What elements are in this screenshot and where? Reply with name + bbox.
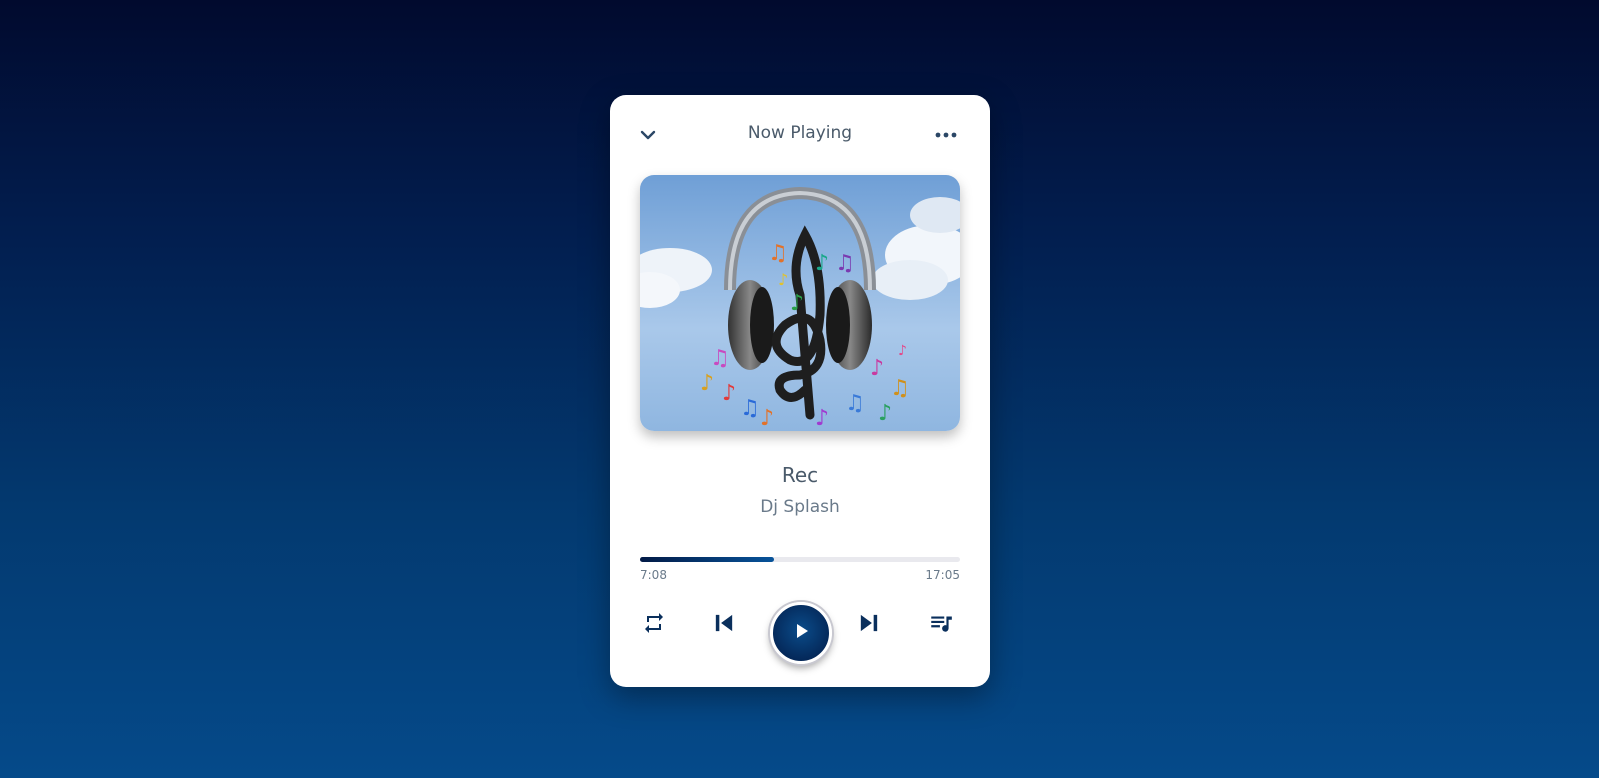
skip-next-icon <box>855 609 883 641</box>
queue-button[interactable] <box>924 608 958 642</box>
svg-text:♪: ♪ <box>815 406 829 431</box>
album-artwork: ♫ ♪ ♫ ♪ ♫ ♪ ♫ ♪ ♪ ♫ ♪ ♫ ♪ ♪ ♪ ♪ <box>640 175 960 431</box>
svg-text:♫: ♫ <box>845 391 865 416</box>
total-time: 17:05 <box>925 568 960 582</box>
svg-text:♪: ♪ <box>700 371 714 396</box>
svg-text:♫: ♫ <box>768 241 788 266</box>
svg-text:♫: ♫ <box>835 251 855 276</box>
player-header: Now Playing <box>610 95 990 175</box>
svg-text:♫: ♫ <box>710 346 730 371</box>
progress-fill <box>640 557 775 562</box>
queue-music-icon <box>928 610 954 640</box>
svg-text:♪: ♪ <box>878 401 892 426</box>
artist-name: Dj Splash <box>760 497 840 517</box>
previous-button[interactable] <box>707 608 741 642</box>
svg-text:♪: ♪ <box>898 343 907 359</box>
svg-text:♪: ♪ <box>722 381 736 406</box>
svg-text:♪: ♪ <box>870 356 884 381</box>
page-title: Now Playing <box>747 123 853 143</box>
svg-text:♪: ♪ <box>760 406 774 431</box>
progress-bar[interactable] <box>640 557 960 562</box>
svg-text:♪: ♪ <box>778 270 788 289</box>
current-time: 7:08 <box>640 568 667 582</box>
play-button[interactable] <box>770 602 832 664</box>
svg-text:♫: ♫ <box>740 396 760 421</box>
svg-text:♫: ♫ <box>890 376 910 401</box>
svg-text:♪: ♪ <box>815 251 829 276</box>
repeat-icon <box>642 611 666 639</box>
play-icon <box>791 621 811 645</box>
song-title: Rec <box>781 463 819 487</box>
next-button[interactable] <box>852 608 886 642</box>
skip-previous-icon <box>710 609 738 641</box>
repeat-button[interactable] <box>637 608 671 642</box>
more-horizontal-icon[interactable] <box>934 125 958 145</box>
svg-text:♪: ♪ <box>790 291 804 316</box>
player-card: Now Playing ♫ ♪ ♫ ♪ ♫ ♪ ♫ ♪ ♪ ♫ ♪ ♫ ♪ ♪ … <box>610 95 990 687</box>
